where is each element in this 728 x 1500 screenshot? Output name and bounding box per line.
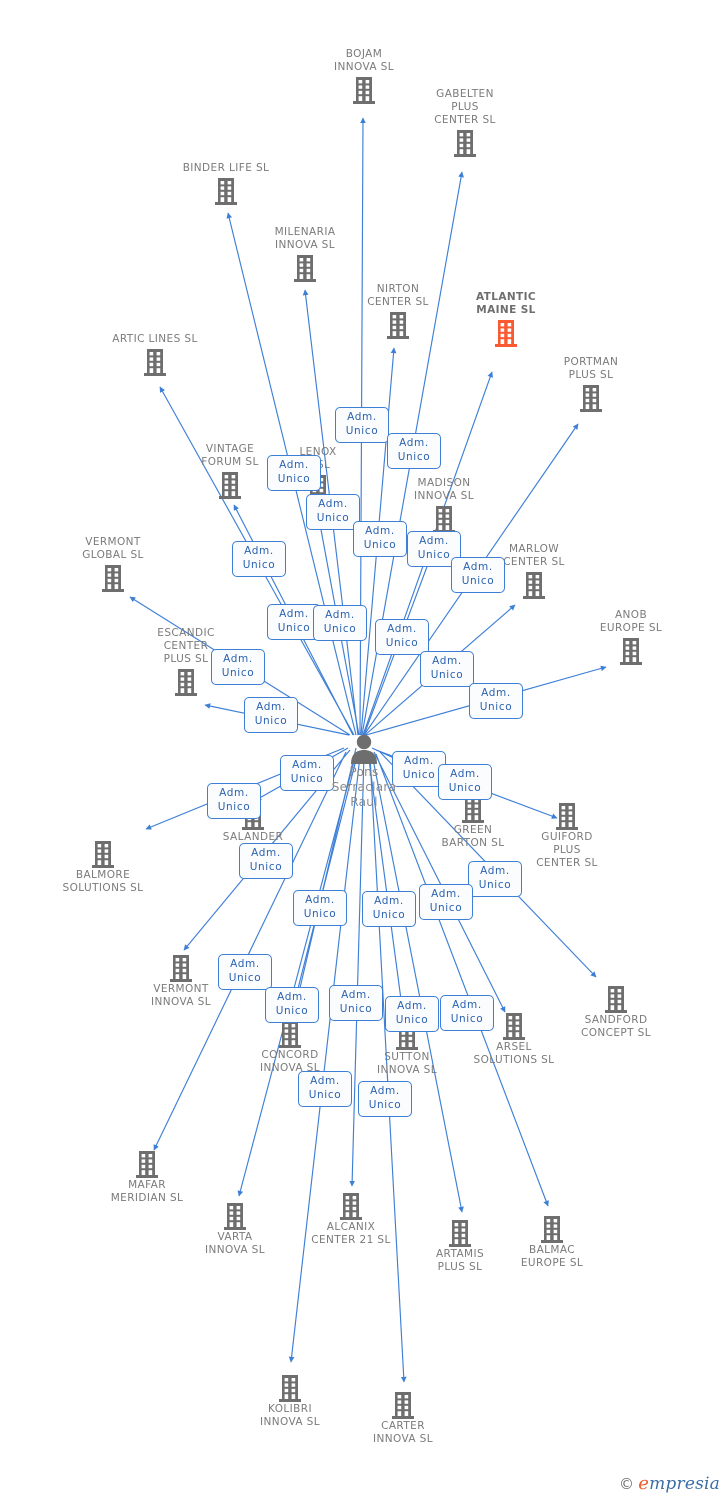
company-node[interactable]: PORTMAN PLUS SL [516, 356, 666, 413]
relation-badge[interactable]: Adm. Unico [313, 605, 367, 641]
relation-badge[interactable]: Adm. Unico [335, 407, 389, 443]
relation-badge[interactable]: Adm. Unico [267, 455, 321, 491]
company-label: VERMONT GLOBAL SL [82, 536, 144, 561]
building-icon [620, 638, 642, 665]
company-node[interactable]: CARTER INNOVA SL [328, 1389, 478, 1446]
relation-badge[interactable]: Adm. Unico [362, 891, 416, 927]
watermark: © empresia [619, 1473, 720, 1494]
company-node[interactable]: BALMORE SOLUTIONS SL [28, 838, 178, 895]
building-icon [605, 986, 627, 1013]
relation-badge[interactable]: Adm. Unico [244, 697, 298, 733]
relation-badge[interactable]: Adm. Unico [353, 521, 407, 557]
relation-badge[interactable]: Adm. Unico [232, 541, 286, 577]
relation-badge[interactable]: Adm. Unico [239, 843, 293, 879]
building-icon [102, 565, 124, 592]
network-diagram-canvas: BOJAM INNOVA SL GABELTEN PLUS CENTER SL BI… [0, 0, 728, 1500]
relation-badge[interactable]: Adm. Unico [306, 494, 360, 530]
company-node[interactable]: GABELTEN PLUS CENTER SL [390, 88, 540, 158]
relation-badge[interactable]: Adm. Unico [420, 651, 474, 687]
relation-badge[interactable]: Adm. Unico [218, 954, 272, 990]
building-icon [136, 1151, 158, 1178]
center-person-node[interactable]: Pons Serraclara Raul [294, 734, 434, 810]
company-label: SANDFORD CONCEPT SL [580, 1014, 651, 1039]
company-label: ATLANTIC MAINE SL [475, 291, 537, 316]
relation-badge[interactable]: Adm. Unico [451, 557, 505, 593]
building-icon [580, 385, 602, 412]
company-label: MILENARIA INNOVA SL [274, 226, 336, 251]
relation-badge[interactable]: Adm. Unico [385, 996, 439, 1032]
relation-badge[interactable]: Adm. Unico [298, 1071, 352, 1107]
company-label: ARSEL SOLUTIONS SL [473, 1041, 555, 1066]
building-icon [279, 1375, 301, 1402]
relation-badge[interactable]: Adm. Unico [419, 884, 473, 920]
building-icon [219, 472, 241, 499]
building-icon [433, 506, 455, 533]
company-label: BINDER LIFE SL [182, 162, 270, 174]
company-node[interactable]: BALMAC EUROPE SL [477, 1213, 627, 1270]
relation-badge[interactable]: Adm. Unico [387, 433, 441, 469]
company-node[interactable]: MILENARIA INNOVA SL [230, 226, 380, 283]
company-node[interactable]: ARTIC LINES SL [80, 333, 230, 377]
building-icon [495, 320, 517, 347]
building-icon [387, 312, 409, 339]
company-node[interactable]: GUIFORD PLUS CENTER SL [492, 800, 642, 870]
relation-badge[interactable]: Adm. Unico [211, 649, 265, 685]
company-node[interactable]: MAFAR MERIDIAN SL [72, 1148, 222, 1205]
building-icon [279, 1021, 301, 1048]
company-node[interactable]: ATLANTIC MAINE SL [431, 291, 581, 348]
company-label: ARTIC LINES SL [112, 333, 198, 345]
company-label: GABELTEN PLUS CENTER SL [434, 88, 496, 126]
company-label: BALMORE SOLUTIONS SL [62, 869, 144, 894]
company-label: MADISON INNOVA SL [413, 477, 475, 502]
building-icon [503, 1013, 525, 1040]
building-icon [541, 1216, 563, 1243]
building-icon [556, 803, 578, 830]
relation-badge[interactable]: Adm. Unico [207, 783, 261, 819]
company-node[interactable]: ANOB EUROPE SL [556, 609, 706, 666]
building-icon [353, 77, 375, 104]
building-icon [523, 572, 545, 599]
building-icon [449, 1220, 471, 1247]
building-icon [92, 841, 114, 868]
center-person-label: Pons Serraclara Raul [331, 765, 397, 809]
company-label: BOJAM INNOVA SL [333, 48, 395, 73]
relation-badge[interactable]: Adm. Unico [375, 619, 429, 655]
copyright-icon: © [619, 1474, 635, 1493]
building-icon [392, 1392, 414, 1419]
building-icon [224, 1203, 246, 1230]
company-label: BALMAC EUROPE SL [520, 1244, 584, 1269]
relation-badge[interactable]: Adm. Unico [440, 995, 494, 1031]
building-icon [144, 349, 166, 376]
company-label: ANOB EUROPE SL [599, 609, 663, 634]
building-icon [340, 1193, 362, 1220]
brand-initial: e [638, 1473, 650, 1494]
relation-badge[interactable]: Adm. Unico [438, 764, 492, 800]
person-icon [351, 734, 377, 764]
company-label: CARTER INNOVA SL [372, 1420, 434, 1445]
building-icon [454, 130, 476, 157]
company-node[interactable]: SANDFORD CONCEPT SL [541, 983, 691, 1040]
relation-badge[interactable]: Adm. Unico [358, 1081, 412, 1117]
relation-badge[interactable]: Adm. Unico [293, 890, 347, 926]
company-label: PORTMAN PLUS SL [563, 356, 619, 381]
relation-badge[interactable]: Adm. Unico [469, 683, 523, 719]
relation-badge[interactable]: Adm. Unico [265, 987, 319, 1023]
company-node[interactable]: BINDER LIFE SL [151, 162, 301, 206]
building-icon [294, 255, 316, 282]
building-icon [175, 669, 197, 696]
relation-badge[interactable]: Adm. Unico [329, 985, 383, 1021]
company-node[interactable]: VERMONT GLOBAL SL [38, 536, 188, 593]
brand-name: mpresia [649, 1474, 720, 1494]
building-icon [170, 955, 192, 982]
relation-badge[interactable]: Adm. Unico [468, 861, 522, 897]
building-icon [215, 178, 237, 205]
